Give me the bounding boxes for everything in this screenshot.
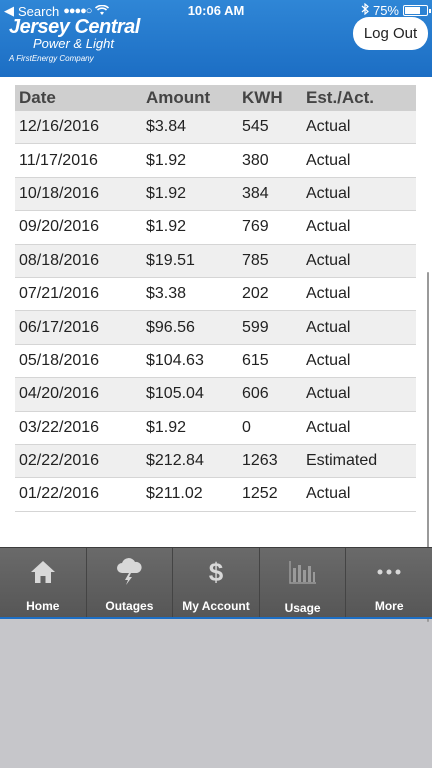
tab-home-label: Home xyxy=(26,599,60,613)
cell-amount: $96.56 xyxy=(146,318,195,336)
table-row: 09/20/2016 $1.92 769 Actual xyxy=(15,211,416,245)
cell-date: 07/21/2016 xyxy=(19,285,100,303)
cell-amount: $3.84 xyxy=(146,118,187,136)
bluetooth-icon xyxy=(361,2,369,18)
logo-line-1: Jersey Central xyxy=(9,16,140,38)
cell-amount: $1.92 xyxy=(146,218,187,236)
cell-est-act: Actual xyxy=(306,218,351,236)
cell-kwh: 606 xyxy=(242,385,269,403)
logo-line-3: A FirstEnergy Company xyxy=(9,54,94,63)
cell-kwh: 599 xyxy=(242,318,269,336)
cell-est-act: Actual xyxy=(306,351,351,369)
svg-text:$: $ xyxy=(209,558,224,586)
cell-kwh: 202 xyxy=(242,285,269,303)
company-logo: Jersey Central Power & Light A FirstEner… xyxy=(9,17,140,64)
cell-amount: $1.92 xyxy=(146,184,187,202)
cell-date: 06/17/2016 xyxy=(19,318,100,336)
column-header-date: Date xyxy=(19,88,56,107)
table-header: Date Amount KWH Est./Act. xyxy=(15,85,416,111)
storm-cloud-icon xyxy=(114,558,144,586)
cell-est-act: Actual xyxy=(306,318,351,336)
bottom-tab-bar: Home Outages $ My Account Usage More xyxy=(0,547,432,618)
cell-date: 08/18/2016 xyxy=(19,251,100,269)
cell-amount: $104.63 xyxy=(146,351,204,369)
column-header-amount: Amount xyxy=(146,88,211,107)
battery-percent: 75% xyxy=(372,3,399,18)
cell-amount: $19.51 xyxy=(146,251,195,269)
table-row: 07/21/2016 $3.38 202 Actual xyxy=(15,277,416,312)
cell-amount: $211.02 xyxy=(146,485,203,503)
tab-bar-accent-line xyxy=(0,617,432,619)
app-header: ◀ Search ●●●●○ 10:06 AM 75% Jersey Centr… xyxy=(0,0,432,77)
cell-date: 02/22/2016 xyxy=(19,452,100,470)
bar-chart-icon xyxy=(288,558,317,586)
cell-kwh: 545 xyxy=(242,118,269,136)
tab-more[interactable]: More xyxy=(346,548,432,618)
table-row: 05/18/2016 $104.63 615 Actual xyxy=(15,344,416,379)
cell-est-act: Actual xyxy=(306,485,351,503)
table-row: 12/16/2016 $3.84 545 Actual xyxy=(15,111,416,145)
table-row: 10/18/2016 $1.92 384 Actual xyxy=(15,177,416,212)
battery-icon xyxy=(403,5,431,16)
table-row: 03/22/2016 $1.92 0 Actual xyxy=(15,411,416,445)
logo-line-2: Power & Light xyxy=(33,36,114,51)
cell-kwh: 380 xyxy=(242,151,269,169)
cell-amount: $3.38 xyxy=(146,285,187,303)
dollar-icon: $ xyxy=(206,558,226,586)
column-header-kwh: KWH xyxy=(242,88,283,107)
table-row: 08/18/2016 $19.51 785 Actual xyxy=(15,244,416,278)
tab-usage[interactable]: Usage xyxy=(259,548,347,618)
billing-history-panel: Date Amount KWH Est./Act. 12/16/2016 $3.8… xyxy=(0,77,432,622)
tab-my-account[interactable]: $ My Account xyxy=(173,548,260,618)
cell-date: 04/20/2016 xyxy=(19,385,100,403)
cell-est-act: Actual xyxy=(306,118,351,136)
table-row: 06/17/2016 $96.56 599 Actual xyxy=(15,311,416,345)
cell-est-act: Estimated xyxy=(306,452,378,470)
home-icon xyxy=(30,558,56,586)
log-out-button[interactable]: Log Out xyxy=(353,17,428,50)
cell-amount: $1.92 xyxy=(146,418,187,436)
cell-date: 05/18/2016 xyxy=(19,351,100,369)
cell-date: 10/18/2016 xyxy=(19,184,100,202)
table-body: 12/16/2016 $3.84 545 Actual 11/17/2016 $1.92 3… xyxy=(15,111,416,512)
cell-amount: $212.84 xyxy=(146,452,204,470)
cell-amount: $105.04 xyxy=(146,385,204,403)
cell-date: 01/22/2016 xyxy=(19,485,100,503)
tab-home[interactable]: Home xyxy=(0,548,87,618)
table-row: 11/17/2016 $1.92 380 Actual xyxy=(15,144,416,178)
table-row: 02/22/2016 $212.84 1263 Estimated xyxy=(15,444,416,479)
table-row: 04/20/2016 $105.04 606 Actual xyxy=(15,378,416,412)
cell-kwh: 0 xyxy=(242,418,251,436)
cell-kwh: 1252 xyxy=(242,485,278,503)
cell-est-act: Actual xyxy=(306,151,351,169)
cell-kwh: 769 xyxy=(242,218,269,236)
cell-kwh: 785 xyxy=(242,251,269,269)
cell-kwh: 1263 xyxy=(242,452,278,470)
billing-history-table: Date Amount KWH Est./Act. 12/16/2016 $3.8… xyxy=(15,85,416,512)
table-row: 01/22/2016 $211.02 1252 Actual xyxy=(15,478,416,512)
tab-usage-label: Usage xyxy=(284,601,321,615)
more-dots-icon xyxy=(376,558,402,586)
cell-kwh: 384 xyxy=(242,184,269,202)
cell-est-act: Actual xyxy=(306,251,351,269)
cell-date: 03/22/2016 xyxy=(19,418,100,436)
tab-outages-label: Outages xyxy=(105,599,154,613)
cell-est-act: Actual xyxy=(306,385,351,403)
cell-est-act: Actual xyxy=(306,184,351,202)
tab-more-label: More xyxy=(374,599,404,613)
cell-date: 12/16/2016 xyxy=(19,118,100,136)
cell-amount: $1.92 xyxy=(146,151,187,169)
tab-my-account-label: My Account xyxy=(182,599,250,613)
tab-outages[interactable]: Outages xyxy=(86,548,174,618)
cell-kwh: 615 xyxy=(242,351,269,369)
column-header-est-act: Est./Act. xyxy=(306,88,375,107)
cell-date: 11/17/2016 xyxy=(19,151,98,169)
cell-est-act: Actual xyxy=(306,418,351,436)
cell-date: 09/20/2016 xyxy=(19,218,100,236)
cell-est-act: Actual xyxy=(306,285,351,303)
